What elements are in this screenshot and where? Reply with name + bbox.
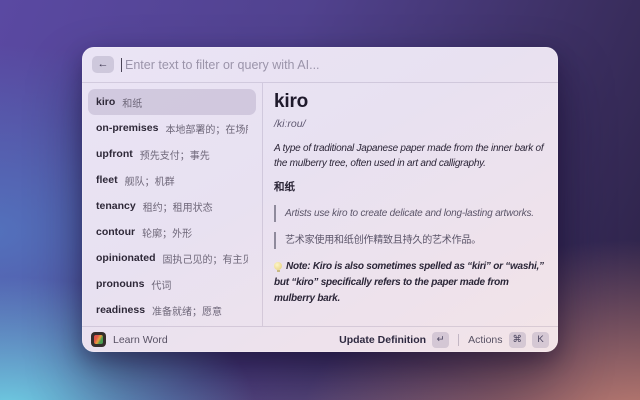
list-item[interactable]: pronouns 代词 (88, 271, 256, 297)
word-pronunciation: /kiːrou/ (274, 118, 306, 130)
word-label: opinionated (96, 252, 156, 264)
list-item[interactable]: fleet 舰队；机群 (88, 167, 256, 193)
list-item[interactable]: upfront 预先支付；事先 (88, 141, 256, 167)
word-label: fleet (96, 174, 118, 186)
word-label: pronouns (96, 278, 145, 290)
word-label: tenancy (96, 200, 136, 212)
word-translation-zh: 和纸 (274, 181, 295, 193)
word-translation: 租约；租用状态 (142, 202, 213, 214)
list-item[interactable]: kiro 和纸 (88, 89, 256, 115)
app-name: Learn Word (113, 333, 168, 346)
example-quote-zh: 艺术家使用和纸创作精致且持久的艺术作品。 (274, 232, 549, 249)
word-translation: 固执己见的；有主见的 (162, 254, 249, 266)
actions-button[interactable]: Actions ⌘ K (468, 331, 549, 348)
text-cursor (121, 57, 122, 72)
update-definition-label: Update Definition (339, 333, 427, 346)
learn-word-window: ← kiro 和纸 on-premises 本地部署的；在场所内的 upfron… (82, 47, 558, 352)
search-bar: ← (82, 47, 558, 83)
return-key-badge: ↵ (432, 331, 450, 348)
note-text: Note: Kiro is also sometimes spelled as … (274, 261, 544, 304)
command-key-badge: ⌘ (508, 331, 526, 348)
actions-label: Actions (468, 333, 503, 346)
word-label: upfront (96, 148, 133, 160)
word-translation: 代词 (151, 280, 172, 292)
update-definition-button[interactable]: Update Definition ↵ (339, 331, 450, 348)
word-label: contour (96, 226, 136, 238)
app-icon (91, 332, 106, 347)
footer-bar: Learn Word Update Definition ↵ Actions ⌘… (82, 326, 558, 352)
footer-separator (458, 333, 460, 346)
list-item[interactable]: contour 轮廓；外形 (88, 219, 256, 245)
word-title: kiro (274, 91, 309, 112)
word-definition: A type of traditional Japanese paper mad… (274, 143, 544, 169)
k-key-badge: K (532, 331, 549, 348)
note-paragraph: Note: Kiro is also sometimes spelled as … (274, 259, 549, 307)
lightbulb-icon (274, 262, 282, 272)
list-item[interactable]: opinionated 固执己见的；有主见的 (88, 245, 256, 271)
list-item[interactable]: tenancy 租约；租用状态 (88, 193, 256, 219)
word-translation: 预先支付；事先 (139, 150, 210, 162)
word-translation: 本地部署的；在场所内的 (165, 124, 248, 136)
example-quote-en: Artists use kiro to create delicate and … (274, 205, 549, 222)
main-content: kiro 和纸 on-premises 本地部署的；在场所内的 upfront … (82, 83, 558, 326)
word-label: on-premises (96, 122, 159, 134)
word-translation: 舰队；机群 (124, 176, 175, 188)
word-translation: 轮廓；外形 (142, 228, 193, 240)
search-input[interactable] (125, 57, 548, 72)
detail-panel: kiro /kiːrou/ A type of traditional Japa… (263, 83, 558, 326)
word-label: readiness (96, 304, 146, 316)
word-list: kiro 和纸 on-premises 本地部署的；在场所内的 upfront … (82, 83, 263, 326)
list-item[interactable]: on-premises 本地部署的；在场所内的 (88, 115, 256, 141)
list-item[interactable]: readiness 准备就绪；愿意 (88, 297, 256, 323)
back-arrow-icon: ← (97, 58, 109, 70)
word-translation: 准备就绪；愿意 (152, 306, 223, 318)
word-translation: 和纸 (122, 98, 143, 110)
word-label: kiro (96, 96, 116, 108)
back-button[interactable]: ← (92, 56, 114, 73)
